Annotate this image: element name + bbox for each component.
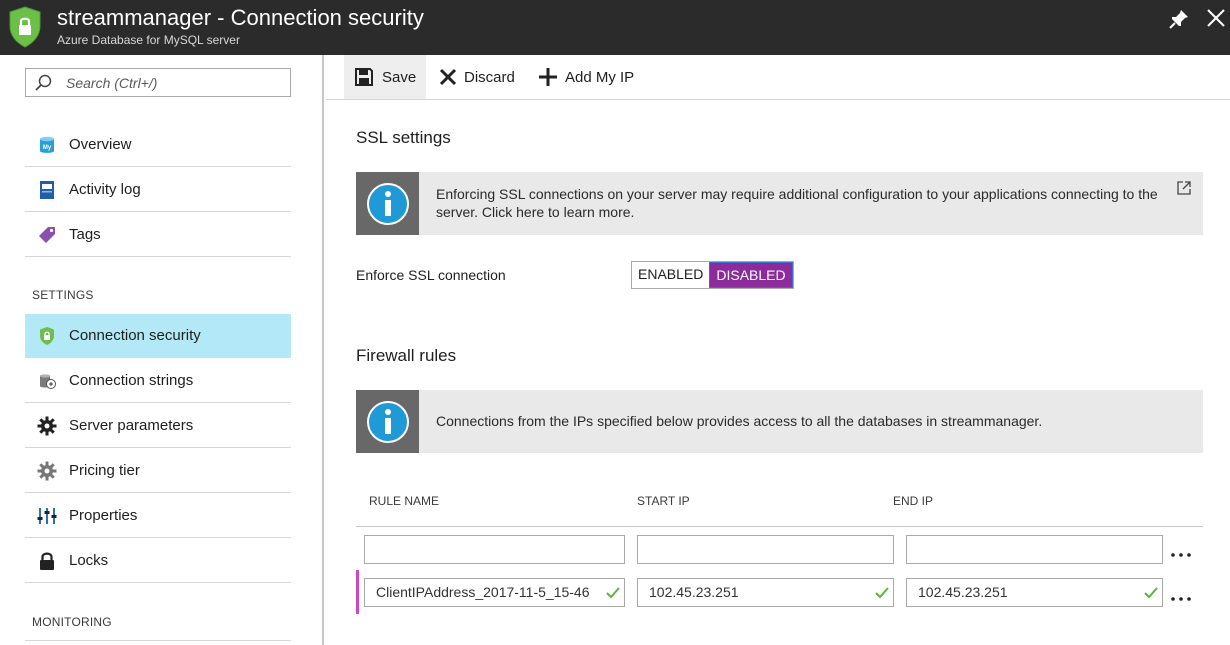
nav-item-label: Server parameters (69, 417, 194, 434)
info-icon-panel (356, 390, 419, 453)
save-button[interactable]: Save (344, 55, 426, 99)
info-icon-panel (356, 172, 419, 235)
valid-check-icon (606, 587, 620, 599)
nav-item-label: Connection strings (69, 372, 194, 389)
nav-item-label: Connection security (69, 327, 201, 344)
nav-item-server-parameters[interactable]: Server parameters (25, 404, 291, 448)
nav-item-tags[interactable]: Tags (25, 213, 291, 257)
nav-item-label: Pricing tier (69, 462, 140, 479)
nav-item-label: Tags (69, 226, 101, 243)
external-link-icon (1177, 181, 1191, 195)
ssl-settings-heading: SSL settings (356, 128, 451, 147)
divider (25, 640, 291, 641)
start-ip-input[interactable] (649, 584, 864, 600)
end-ip-cell[interactable] (906, 535, 1163, 564)
firewall-info-text: Connections from the IPs specified below… (436, 413, 1043, 429)
shield-icon (9, 6, 41, 48)
end-ip-input[interactable] (918, 584, 1133, 600)
nav-item-label: Activity log (69, 181, 141, 198)
add-my-ip-label: Add My IP (565, 69, 635, 86)
discard-button[interactable]: Discard (434, 55, 524, 99)
nav-item-connection-strings[interactable]: Connection strings (25, 359, 291, 403)
start-ip-cell[interactable] (637, 578, 894, 607)
search-box[interactable] (25, 68, 291, 97)
lock-icon (40, 552, 54, 570)
row-selection-marker (356, 570, 359, 614)
main-blade: Save Discard Add My IP SSL settings Enfo… (326, 55, 1230, 645)
tag-icon (39, 227, 55, 243)
valid-check-icon (875, 587, 889, 599)
connection-strings-icon (40, 374, 56, 389)
rule-name-cell[interactable] (364, 535, 625, 564)
gear-icon (37, 416, 57, 436)
add-my-ip-button[interactable]: Add My IP (536, 55, 646, 99)
title-bar: streammanager - Connection security Azur… (0, 0, 1230, 55)
more-options-icon[interactable] (1170, 552, 1192, 558)
command-bar: Save Discard Add My IP (326, 55, 1230, 100)
end-ip-input[interactable] (918, 541, 1153, 557)
nav-item-label: Overview (69, 136, 132, 153)
enforce-ssl-toggle[interactable]: ENABLED DISABLED (631, 261, 794, 289)
nav-item-connection-security[interactable]: Connection security (25, 314, 291, 358)
column-header-rule-name: RULE NAME (369, 494, 440, 508)
pin-icon[interactable] (1168, 8, 1190, 30)
valid-check-icon (1144, 587, 1158, 599)
rule-name-cell[interactable] (364, 578, 625, 607)
search-input[interactable] (66, 73, 286, 93)
more-options-icon[interactable] (1170, 596, 1192, 602)
page-title: streammanager - Connection security (57, 5, 424, 30)
nav-item-activity-log[interactable]: Activity log (25, 168, 291, 212)
activity-log-icon (40, 181, 54, 199)
nav-item-pricing-tier[interactable]: Pricing tier (25, 449, 291, 493)
discard-label: Discard (464, 69, 515, 86)
shield-icon (40, 327, 54, 345)
save-icon (355, 68, 373, 86)
ssl-info-text[interactable]: Enforcing SSL connections on your server… (436, 185, 1176, 221)
nav-item-properties[interactable]: Properties (25, 494, 291, 538)
nav-item-overview[interactable]: My Overview (25, 123, 291, 167)
firewall-rules-heading: Firewall rules (356, 346, 457, 365)
properties-sliders-icon (37, 508, 57, 524)
save-label: Save (382, 69, 417, 86)
page-subtitle: Azure Database for MySQL server (57, 33, 240, 47)
ssl-info-banner[interactable]: Enforcing SSL connections on your server… (356, 172, 1203, 235)
section-header-monitoring: MONITORING (32, 615, 112, 629)
end-ip-cell[interactable] (906, 578, 1163, 607)
section-header-settings: SETTINGS (32, 288, 94, 302)
info-icon (367, 183, 409, 225)
mysql-database-icon: My (40, 136, 54, 153)
info-icon (367, 401, 409, 443)
start-ip-input[interactable] (649, 541, 884, 557)
nav-item-label: Locks (69, 552, 109, 569)
nav-item-label: Properties (69, 507, 138, 524)
close-icon (439, 68, 457, 86)
column-header-start-ip: START IP (637, 494, 690, 508)
pricing-gear-icon (37, 461, 57, 481)
rule-name-input[interactable] (376, 584, 601, 600)
resource-menu: My Overview Activity log Tags SETTINGS C… (0, 55, 324, 645)
enforce-ssl-label: Enforce SSL connection (356, 267, 506, 283)
plus-icon (539, 68, 557, 86)
firewall-info-banner: Connections from the IPs specified below… (356, 390, 1203, 453)
rule-name-input[interactable] (376, 541, 616, 557)
ssl-option-disabled[interactable]: DISABLED (709, 262, 793, 288)
start-ip-cell[interactable] (637, 535, 894, 564)
search-icon (35, 74, 52, 91)
nav-item-locks[interactable]: Locks (25, 539, 291, 583)
table-header-divider (356, 526, 1203, 527)
column-header-end-ip: END IP (893, 494, 934, 508)
ssl-option-enabled[interactable]: ENABLED (632, 262, 709, 288)
svg-text:My: My (43, 145, 52, 151)
close-icon[interactable] (1205, 7, 1227, 29)
